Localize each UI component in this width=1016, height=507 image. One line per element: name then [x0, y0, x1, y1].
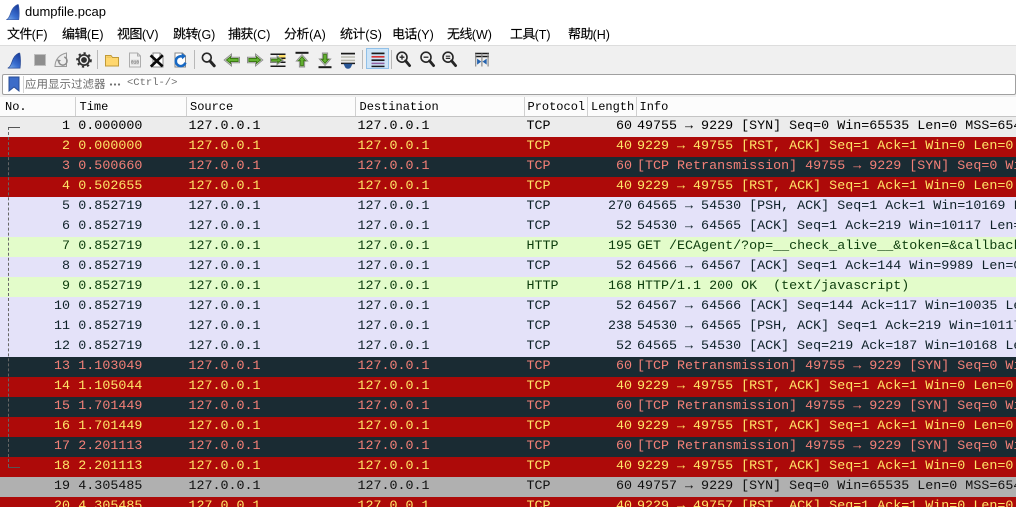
svg-text:010: 010	[130, 59, 139, 65]
